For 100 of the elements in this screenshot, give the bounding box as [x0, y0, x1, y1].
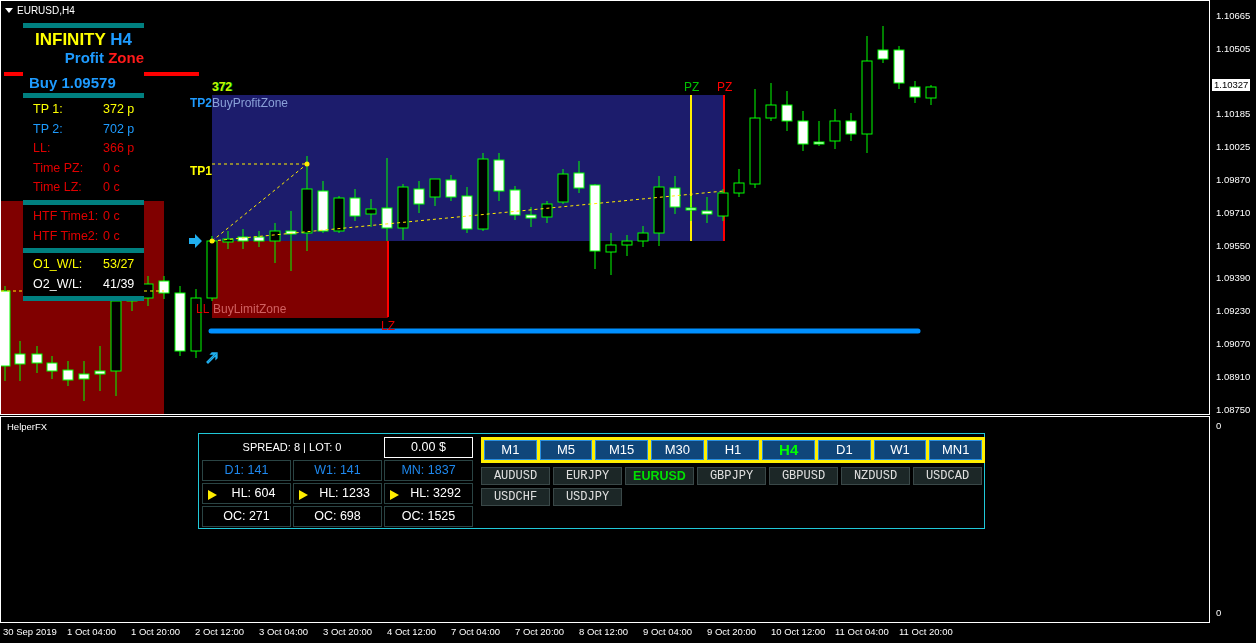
candlestick — [14, 340, 26, 382]
stat-label: O2_W/L: — [33, 275, 84, 293]
stat-value: 366 p — [103, 140, 135, 158]
candlestick — [78, 360, 90, 402]
symbol-button[interactable]: AUDUSD — [481, 467, 550, 485]
play-icon — [299, 490, 308, 500]
stat-cell: OC: 698 — [293, 506, 382, 527]
timeframe-button[interactable]: H4 — [762, 440, 816, 460]
stat-value: 372 p — [103, 101, 135, 118]
price-label: 1.08910 — [1216, 370, 1251, 382]
timeframe-button[interactable]: M30 — [651, 440, 704, 460]
dropdown-icon — [5, 8, 13, 13]
zone-label: TP1 — [190, 165, 212, 178]
candlestick — [653, 175, 665, 247]
candlestick — [445, 174, 457, 202]
candlestick — [365, 198, 377, 228]
candlestick — [669, 175, 681, 215]
symbol-button[interactable]: EURJPY — [553, 467, 622, 485]
symbol-button[interactable]: GBPUSD — [769, 467, 838, 485]
stat-label: HTF Time2: — [33, 227, 100, 245]
candlestick — [333, 195, 345, 234]
timeframe-button[interactable]: H1 — [706, 440, 760, 460]
candlestick — [429, 178, 441, 207]
time-label: 3 Oct 20:00 — [323, 626, 373, 637]
stat-value: 0 c — [103, 159, 120, 177]
stat-label: LL: — [33, 140, 52, 158]
dot-icon — [209, 238, 215, 244]
candlestick — [909, 80, 921, 104]
candlestick — [206, 235, 218, 302]
stat-value: 53/27 — [103, 256, 135, 274]
time-label: 9 Oct 20:00 — [707, 626, 757, 637]
price-label: 1.08750 — [1216, 403, 1251, 415]
stat-label: Time PZ: — [33, 159, 85, 177]
zone-count: 372 — [212, 81, 233, 94]
zone-marker: PZ — [684, 81, 700, 94]
time-label: 7 Oct 04:00 — [451, 626, 501, 637]
arrow-icon — [189, 234, 202, 248]
timeframe-button[interactable]: W1 — [873, 440, 927, 460]
time-label: 30 Sep 2019 — [3, 626, 57, 637]
chart-title: EURUSD,H4 — [17, 4, 75, 18]
symbol-button[interactable]: NZDUSD — [841, 467, 910, 485]
candlestick — [413, 180, 425, 214]
price-label: 1.10025 — [1216, 141, 1251, 153]
stat-label: O1_W/L: — [33, 256, 84, 274]
candlestick — [509, 185, 521, 221]
candlestick — [685, 195, 697, 222]
candlestick — [253, 230, 265, 248]
candlestick — [621, 234, 633, 257]
timeframe-button[interactable]: M1 — [484, 440, 537, 460]
stat-cell: MN: 1837 — [384, 460, 473, 481]
candlestick — [701, 196, 713, 224]
candlestick — [733, 168, 745, 198]
symbol-button[interactable]: EURUSD — [625, 467, 694, 485]
axis-label: 0 — [1216, 606, 1222, 618]
stat-value: 0 c — [103, 179, 120, 197]
candlestick — [813, 120, 825, 147]
dashed-line — [1, 290, 24, 292]
stat-label: HTF Time1: — [33, 207, 100, 225]
stat-cell: D1: 141 — [202, 460, 291, 481]
timeframe-button[interactable]: MN1 — [929, 440, 983, 460]
candlestick — [397, 183, 409, 241]
time-label: 1 Oct 20:00 — [131, 626, 181, 637]
spread-text: SPREAD: 8 | LOT: 0 — [241, 440, 343, 455]
candlestick — [317, 180, 329, 234]
candlestick — [461, 186, 473, 234]
timeframe-button[interactable]: D1 — [818, 440, 871, 460]
timeframe-button[interactable]: M5 — [539, 440, 593, 460]
candlestick — [174, 285, 186, 357]
stat-cell: OC: 271 — [202, 506, 291, 527]
candlestick — [541, 200, 553, 224]
stat-text: HL: 3292 — [410, 486, 461, 500]
stat-text: HL: 604 — [231, 486, 276, 500]
symbol-button[interactable]: USDCAD — [913, 467, 982, 485]
candlestick — [62, 360, 74, 387]
candlestick — [158, 275, 170, 300]
candlestick — [285, 210, 297, 272]
symbol-button[interactable]: USDJPY — [553, 488, 622, 506]
timeframe-button[interactable]: M15 — [595, 440, 648, 460]
stat-cell: OC: 1525 — [384, 506, 473, 527]
candlestick — [925, 84, 937, 106]
price-label: 1.09550 — [1216, 239, 1251, 251]
candlestick — [637, 225, 649, 248]
candlestick — [46, 355, 58, 380]
price-label: 1.09870 — [1216, 174, 1251, 185]
candlestick — [829, 108, 841, 150]
candlestick — [493, 152, 505, 202]
dot-icon — [304, 161, 310, 167]
price-label: 1.09070 — [1216, 337, 1251, 349]
symbol-button[interactable]: GBPJPY — [697, 467, 766, 485]
balance-box: 0.00 $ — [384, 437, 473, 458]
time-label: 1 Oct 04:00 — [67, 626, 117, 637]
zone-name: BuyProfitZone — [212, 97, 289, 110]
stat-value: 0 c — [103, 227, 120, 245]
stat-label: Time LZ: — [33, 179, 83, 197]
candlestick — [605, 232, 617, 276]
play-icon — [208, 490, 217, 500]
candlestick — [765, 82, 777, 122]
symbol-button[interactable]: USDCHF — [481, 488, 550, 506]
candlestick — [349, 188, 361, 222]
time-label: 7 Oct 20:00 — [515, 626, 565, 637]
